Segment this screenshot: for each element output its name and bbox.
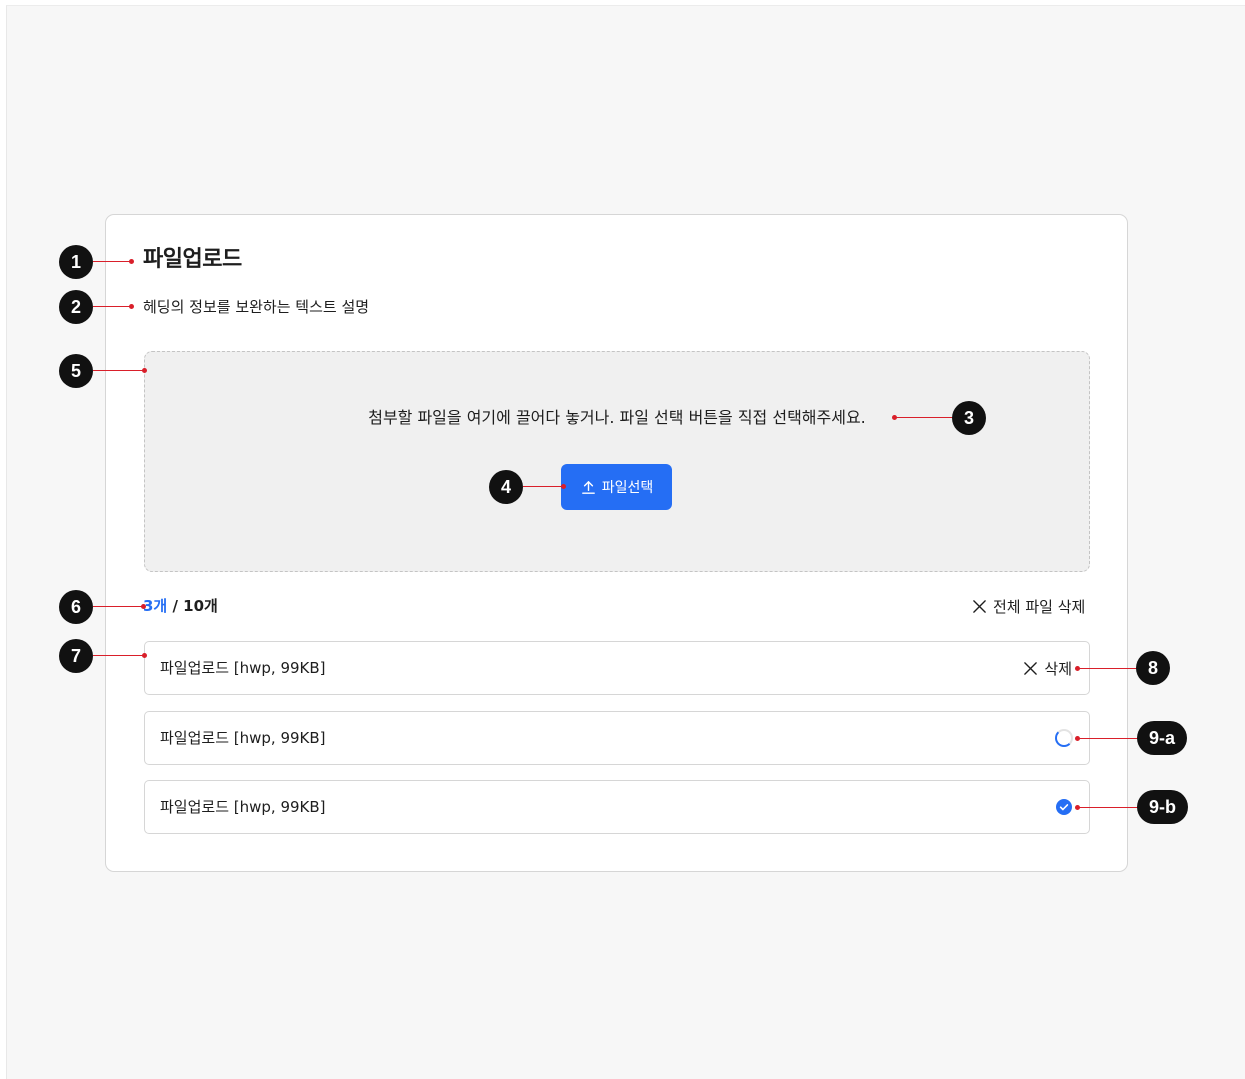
file-delete-button[interactable]: 삭제 xyxy=(1023,656,1072,680)
file-count-max: / 10개 xyxy=(167,597,218,615)
file-select-label: 파일선택 xyxy=(601,480,654,496)
close-icon xyxy=(973,599,986,613)
annotation-line-7 xyxy=(93,655,145,656)
file-name: 파일업로드 [hwp, 99KB] xyxy=(160,798,326,816)
annotation-marker-9a: 9-a xyxy=(1137,721,1188,755)
annotation-dot-1 xyxy=(129,259,134,264)
annotation-line-3 xyxy=(895,417,953,418)
annotation-line-9a xyxy=(1078,738,1140,739)
annotation-marker-7: 7 xyxy=(59,639,93,673)
upload-description: 헤딩의 정보를 보완하는 텍스트 설명 xyxy=(143,298,370,316)
annotation-marker-3: 3 xyxy=(952,401,986,435)
file-count-current: 3개 xyxy=(143,597,168,615)
annotation-marker-8: 8 xyxy=(1136,651,1170,685)
annotation-dot-2 xyxy=(129,304,134,309)
annotation-dot-5 xyxy=(142,368,147,373)
annotation-line-4 xyxy=(523,486,563,487)
file-delete-label: 삭제 xyxy=(1044,659,1072,678)
delete-all-label: 전체 파일 삭제 xyxy=(993,597,1086,616)
upload-title: 파일업로드 xyxy=(143,247,242,272)
annotation-line-8 xyxy=(1078,668,1138,669)
annotation-line-5 xyxy=(93,370,145,371)
annotation-marker-5: 5 xyxy=(59,354,93,388)
annotation-marker-2: 2 xyxy=(59,290,93,324)
file-list-item: 파일업로드 [hwp, 99KB] xyxy=(144,780,1090,834)
file-list-item: 파일업로드 [hwp, 99KB] 삭제 xyxy=(144,641,1090,695)
annotation-line-6 xyxy=(93,606,143,607)
drop-zone-text: 첨부할 파일을 여기에 끌어다 놓거나. 파일 선택 버튼을 직접 선택해주세요… xyxy=(368,408,866,427)
annotation-line-2 xyxy=(93,306,131,307)
file-list-item: 파일업로드 [hwp, 99KB] xyxy=(144,711,1090,765)
upload-icon xyxy=(581,480,595,494)
file-select-button[interactable]: 파일선택 xyxy=(561,464,672,510)
annotation-marker-9b: 9-b xyxy=(1137,790,1188,824)
annotation-marker-1: 1 xyxy=(59,245,93,279)
annotation-dot-6 xyxy=(141,604,146,609)
file-count: 3개 / 10개 xyxy=(143,594,218,618)
delete-all-button[interactable]: 전체 파일 삭제 xyxy=(972,594,1085,618)
annotation-marker-6: 6 xyxy=(59,590,93,624)
annotation-marker-4: 4 xyxy=(489,470,523,504)
annotation-dot-7 xyxy=(142,653,147,658)
annotation-line-9b xyxy=(1078,807,1140,808)
annotation-line-1 xyxy=(93,261,131,262)
drop-zone[interactable] xyxy=(144,351,1090,572)
annotation-dot-4 xyxy=(561,484,566,489)
check-circle-icon xyxy=(1056,799,1072,815)
file-name: 파일업로드 [hwp, 99KB] xyxy=(160,729,326,747)
file-name: 파일업로드 [hwp, 99KB] xyxy=(160,659,326,677)
close-icon xyxy=(1024,661,1038,675)
loading-spinner-icon xyxy=(1055,729,1073,747)
